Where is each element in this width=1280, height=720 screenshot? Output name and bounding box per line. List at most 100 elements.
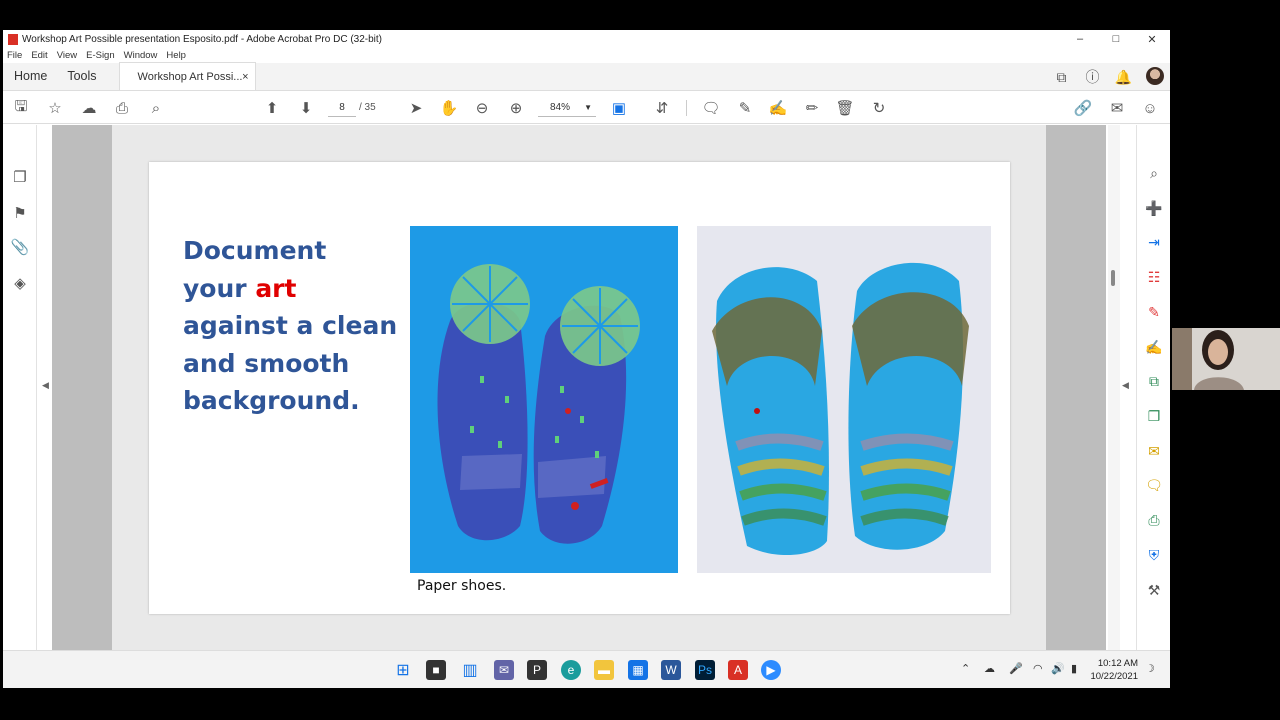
word-icon[interactable]: W — [661, 660, 681, 680]
next-page-icon[interactable]: ⬇ — [296, 98, 316, 118]
minimize-button[interactable]: – — [1062, 30, 1098, 48]
webcam-thumbnail — [1172, 328, 1280, 390]
zoom-icon[interactable]: ▶ — [761, 660, 781, 680]
tab-close-button[interactable]: × — [242, 71, 248, 83]
organize-pages-icon[interactable]: ☷ — [1144, 267, 1164, 287]
link-icon[interactable]: 🔗 — [1073, 98, 1093, 118]
bookmark-icon[interactable]: ⚑ — [10, 203, 30, 223]
email-icon[interactable]: ✉ — [1107, 98, 1127, 118]
right-tools-pane: ⌕ ➕ ⇥ ☷ ✎ ✍ ⧉ ❐ ✉ 🗨 ⎙ ⛨ ⚒ ⇥ — [1136, 125, 1170, 650]
document-viewer[interactable]: ◀ Document your art against a clean and … — [38, 125, 1108, 650]
comment-tool-icon[interactable]: 🗨 — [1144, 475, 1164, 495]
acrobat-icon[interactable]: A — [728, 660, 748, 680]
chevron-down-icon: ▼ — [584, 103, 592, 112]
focus-moon-icon[interactable]: ☽ — [1145, 662, 1155, 675]
heading-line-2: your art — [183, 270, 403, 308]
tab-tools[interactable]: Tools — [57, 62, 106, 90]
upload-cloud-icon[interactable]: ☁ — [79, 98, 99, 118]
collapse-right-panel-icon[interactable]: ◀ — [1122, 380, 1129, 391]
system-clock[interactable]: 10:12 AM 10/22/2021 — [1090, 657, 1138, 683]
page-fit-icon[interactable]: ▣ — [609, 98, 629, 118]
bookmark-star-icon[interactable]: ☆ — [45, 98, 65, 118]
scrollbar-thumb[interactable] — [1111, 270, 1115, 286]
teams-icon[interactable]: ✉ — [494, 660, 514, 680]
page-number-input[interactable]: 8 — [328, 99, 356, 117]
close-window-button[interactable]: ✕ — [1134, 30, 1170, 48]
tray-chevron-up-icon[interactable]: ⌃ — [961, 662, 970, 675]
share-screen-icon[interactable]: ⧉ — [1046, 69, 1077, 86]
search-icon[interactable]: ⌕ — [146, 98, 166, 118]
pages-icon[interactable]: ❐ — [10, 167, 30, 187]
zoom-search-icon[interactable]: ⌕ — [1144, 163, 1164, 183]
onedrive-icon[interactable]: ☁ — [984, 662, 995, 675]
collapse-left-panel-icon[interactable]: ◀ — [42, 380, 49, 391]
clock-time: 10:12 AM — [1097, 658, 1138, 669]
menu-window[interactable]: Window — [124, 50, 158, 61]
menu-bar: File Edit View E-Sign Window Help — [3, 48, 1170, 63]
zoom-out-icon[interactable]: ⊖ — [472, 98, 492, 118]
create-pdf-icon[interactable]: ➕ — [1144, 198, 1164, 218]
scroll-mode-icon[interactable]: ⇵ — [652, 98, 672, 118]
heading-your: your — [183, 273, 256, 303]
send-review-icon[interactable]: ✉ — [1144, 441, 1164, 461]
delete-icon[interactable]: 🗑 — [835, 98, 855, 118]
edit-pdf-icon[interactable]: ✎ — [1144, 302, 1164, 322]
hand-tool-icon[interactable]: ✋ — [439, 98, 459, 118]
help-icon[interactable]: ⓘ — [1077, 67, 1108, 87]
rotate-icon[interactable]: ↻ — [869, 98, 889, 118]
tab-document-label: Workshop Art Possi... — [137, 70, 243, 83]
windows-start-icon[interactable]: ⊞ — [393, 660, 413, 680]
volume-icon[interactable]: 🔊 — [1051, 662, 1065, 675]
menu-help[interactable]: Help — [166, 50, 186, 61]
calculator-icon[interactable]: ▦ — [628, 660, 648, 680]
zoom-in-icon[interactable]: ⊕ — [506, 98, 526, 118]
menu-file[interactable]: File — [7, 50, 22, 61]
draw-icon[interactable]: ✍ — [768, 98, 788, 118]
tab-document[interactable]: Workshop Art Possi... × — [118, 62, 256, 90]
file-manager-icon[interactable]: ■ — [426, 660, 446, 680]
microphone-icon[interactable]: 🎤 — [1009, 662, 1023, 675]
attachment-icon[interactable]: 📎 — [10, 237, 30, 257]
tab-home[interactable]: Home — [4, 62, 57, 90]
compress-icon[interactable]: ⧉ — [1144, 371, 1164, 391]
comment-icon[interactable]: 🗨 — [701, 98, 721, 118]
acrobat-window: Workshop Art Possible presentation Espos… — [3, 30, 1170, 650]
print-production-icon[interactable]: ⎙ — [1144, 510, 1164, 530]
layers-icon[interactable]: ◈ — [10, 273, 30, 293]
save-icon[interactable]: 🖫 — [11, 98, 31, 118]
highlight-pen-icon[interactable]: ✎ — [735, 98, 755, 118]
combine-icon[interactable]: ❐ — [1144, 406, 1164, 426]
pdf-page-slide: Document your art against a clean and sm… — [149, 162, 1010, 614]
add-user-icon[interactable]: ☺ — [1140, 98, 1160, 118]
photoshop-icon[interactable]: Ps — [695, 660, 715, 680]
sign-icon[interactable]: ✏ — [802, 98, 822, 118]
more-tools-icon[interactable]: ⚒ — [1144, 580, 1164, 600]
zoom-level-select[interactable]: 84% ▼ — [538, 99, 596, 117]
tab-bar: Home Tools Workshop Art Possi... × ⧉ ⓘ 🔔 — [3, 62, 1170, 91]
p-app-icon[interactable]: P — [527, 660, 547, 680]
menu-view[interactable]: View — [57, 50, 77, 61]
slide-heading: Document your art against a clean and sm… — [183, 232, 403, 420]
menu-esign[interactable]: E-Sign — [86, 50, 115, 61]
notifications-bell-icon[interactable]: 🔔 — [1108, 69, 1139, 86]
fill-sign-icon[interactable]: ✍ — [1144, 337, 1164, 357]
paper-shoes-photo-1 — [410, 226, 678, 573]
maximize-button[interactable]: □ — [1098, 30, 1134, 48]
snap-icon[interactable]: ▥ — [460, 660, 480, 680]
menu-edit[interactable]: Edit — [31, 50, 47, 61]
wifi-icon[interactable]: ◠ — [1033, 662, 1043, 675]
export-pdf-icon[interactable]: ⇥ — [1144, 232, 1164, 252]
vertical-scrollbar[interactable] — [1108, 125, 1120, 650]
protect-icon[interactable]: ⛨ — [1144, 545, 1164, 565]
heading-line-3: against a clean — [183, 311, 398, 340]
file-explorer-icon[interactable]: ▬ — [594, 660, 614, 680]
edge-icon[interactable]: e — [561, 660, 581, 680]
print-icon[interactable]: ⎙ — [112, 98, 132, 118]
account-avatar[interactable] — [1139, 66, 1170, 88]
previous-page-icon[interactable]: ⬆ — [262, 98, 282, 118]
zoom-level-value: 84% — [550, 102, 571, 113]
battery-icon[interactable]: ▮ — [1071, 662, 1077, 675]
heading-line-5: background. — [183, 386, 360, 415]
select-cursor-icon[interactable]: ➤ — [406, 98, 426, 118]
page-total: / 35 — [359, 102, 376, 113]
